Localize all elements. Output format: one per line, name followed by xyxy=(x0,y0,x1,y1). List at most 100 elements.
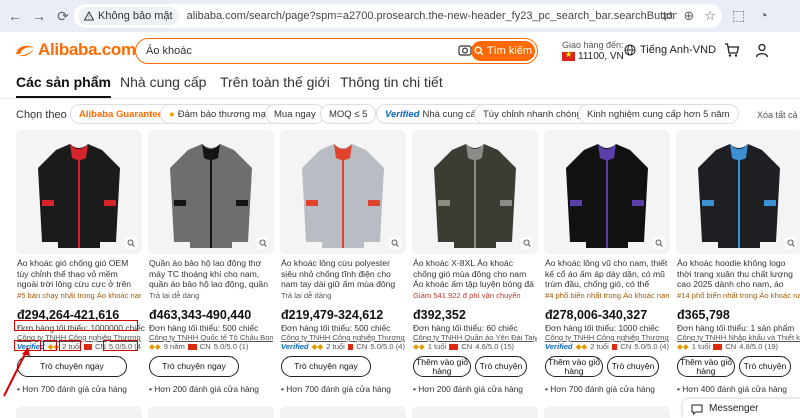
filter-experience[interactable]: Kinh nghiệm cung cấp hơn 5 năm xyxy=(578,104,739,124)
product-rank: Trả lại dễ dàng xyxy=(149,291,200,300)
translate-icon[interactable]: ⇄ xyxy=(663,8,674,24)
product-card[interactable]: Áo khoác hoodie không logo thời trang xu… xyxy=(676,130,800,406)
product-card[interactable]: Quần áo bảo hộ lao động thợ máy TC thoán… xyxy=(148,130,274,406)
language-label: Tiếng Anh-VND xyxy=(640,44,717,56)
product-title[interactable]: Áo khoác X-8XL Áo khoác chống gió mùa đô… xyxy=(413,258,537,290)
diamond-icon: ◆◆ xyxy=(677,342,689,351)
product-title[interactable]: Áo khoác gió chống gió OEM tùy chỉnh thể… xyxy=(17,258,141,290)
tab-products[interactable]: Các sản phẩm xyxy=(16,74,111,98)
site-info-chip[interactable]: ! Không bảo mật xyxy=(78,7,179,25)
clear-all-link[interactable]: Xóa tất cả xyxy=(757,110,798,120)
reload-icon[interactable]: ⟳ xyxy=(54,8,72,25)
chat-button[interactable]: Trò chuyện xyxy=(475,356,527,377)
user-icon[interactable] xyxy=(754,42,770,58)
search-input[interactable]: Áo khoác xyxy=(146,45,446,57)
product-rank: Trả lại dễ dàng xyxy=(281,291,332,300)
result-tabs: Các sản phẩm Nhà cung cấp Trên toàn thế … xyxy=(0,74,800,100)
product-title[interactable]: Áo khoác hoodie không logo thời trang xu… xyxy=(677,258,800,290)
highlight-rating xyxy=(103,340,138,351)
supplier-years: 2 tuổi xyxy=(326,342,345,351)
product-moq: Đơn hàng tối thiểu: 1000 chiếc xyxy=(545,323,659,333)
image-search-icon[interactable] xyxy=(124,236,138,250)
add-to-cart-button[interactable]: Thêm vào giỏ hàng xyxy=(677,356,735,377)
product-card[interactable]: Áo khoác lông vũ cho nam, thiết kế cổ áo… xyxy=(544,130,670,406)
verified-badge: Verified xyxy=(545,342,573,351)
filter-bar: Chọn theo : Alibaba Guaranteed ● Đảm bảo … xyxy=(0,104,800,126)
supplier-rating: 4.8/5.0 (19) xyxy=(739,342,779,351)
product-title[interactable]: Áo khoác lông cừu polyester siêu nhỏ chố… xyxy=(281,258,405,290)
chat-now-button[interactable]: Trò chuyện ngay xyxy=(149,356,239,377)
next-row-thumbnails xyxy=(0,406,800,418)
product-card[interactable]: Áo khoác lông cừu polyester siêu nhỏ chố… xyxy=(280,130,406,406)
china-flag-icon xyxy=(449,343,459,350)
supplier-link[interactable]: Công ty TNHH Công nghiệp Thương H... xyxy=(545,333,669,342)
verified-badge: Verified xyxy=(385,108,420,120)
supplier-link[interactable]: Công ty TNHH Nhập khẩu và Thiết kế K... xyxy=(677,333,800,342)
supplier-years: 9 năm xyxy=(163,342,185,351)
supplier-link[interactable]: Công ty TNHH Quốc tế Tô Châu Bonve xyxy=(149,333,273,342)
thumb-placeholder[interactable] xyxy=(16,406,142,418)
supplier-link[interactable]: Công ty TNHH Quần áo Yên Đài Taiyun xyxy=(413,333,537,342)
supplier-meta: Verified ◆◆ 2 tuổi CN 5.0/5.0 (4) xyxy=(545,342,669,351)
zoom-icon[interactable]: ⊕ xyxy=(683,8,694,24)
back-icon[interactable]: ← xyxy=(6,8,24,24)
tab-worldwide[interactable]: Trên toàn thế giới xyxy=(220,74,330,90)
chat-button[interactable]: Trò chuyện xyxy=(607,356,659,377)
chat-now-button[interactable]: Trò chuyện ngay xyxy=(281,356,371,377)
supplier-link[interactable]: Công ty TNHH Công nghiệp Thương H... xyxy=(281,333,405,342)
china-flag-icon xyxy=(347,343,354,350)
chat-icon xyxy=(691,404,703,415)
image-search-icon[interactable] xyxy=(388,236,402,250)
filter-buy-now[interactable]: Mua ngay xyxy=(265,104,325,124)
image-search-icon[interactable] xyxy=(652,236,666,250)
filter-trade-assurance[interactable]: ● Đảm bảo thương mại xyxy=(160,104,277,124)
product-card[interactable]: Áo khoác X-8XL Áo khoác chống gió mùa đô… xyxy=(412,130,538,406)
chat-button[interactable]: Trò chuyện xyxy=(739,356,791,377)
thumb-placeholder[interactable] xyxy=(280,406,406,418)
supplier-country: CN xyxy=(725,342,737,351)
supplier-rating: 5.0/5.0 (4) xyxy=(370,342,405,351)
search-button-label: Tìm kiếm xyxy=(486,45,533,57)
diamond-icon: ◆◆ xyxy=(149,342,161,351)
product-price: đ392,352 xyxy=(413,308,466,322)
address-bar[interactable]: ! Không bảo mật alibaba.com/search/page?… xyxy=(74,4,722,28)
tabs-divider xyxy=(0,98,800,99)
image-search-icon[interactable] xyxy=(784,236,798,250)
profile-icon[interactable]: ◔ xyxy=(759,7,767,24)
image-search-icon[interactable] xyxy=(520,236,534,250)
image-search-icon[interactable] xyxy=(256,236,270,250)
delivery-location[interactable]: Giao hàng đến: 11100, VN xyxy=(562,40,624,62)
product-title[interactable]: Áo khoác lông vũ cho nam, thiết kế cổ áo… xyxy=(545,258,669,290)
verified-badge: Verified xyxy=(281,342,309,351)
tab-suppliers[interactable]: Nhà cung cấp xyxy=(120,74,206,90)
add-to-cart-button[interactable]: Thêm vào giỏ hàng xyxy=(545,356,603,377)
camera-search-icon[interactable] xyxy=(458,43,472,57)
bookmark-star-icon[interactable]: ☆ xyxy=(704,8,716,24)
supplier-years: 2 tuổi xyxy=(590,342,609,351)
messenger-widget[interactable]: Messenger xyxy=(683,399,800,418)
filter-moq[interactable]: MOQ ≤ 5 xyxy=(320,104,377,124)
tab-insights[interactable]: Thông tin chi tiết xyxy=(340,74,443,90)
supplier-country: CN xyxy=(199,342,211,351)
filter-verified-supplier[interactable]: Verified Nhà cung cấp xyxy=(376,104,491,124)
thumb-placeholder[interactable] xyxy=(148,406,274,418)
product-title[interactable]: Quần áo bảo hộ lao động thợ máy TC thoán… xyxy=(149,258,273,290)
product-rank: #5 bán chạy nhất trong Áo khoác nam xyxy=(17,291,141,300)
cart-icon[interactable] xyxy=(724,42,740,58)
alibaba-logo[interactable]: Alibaba.com xyxy=(14,40,136,60)
filter-fast-customization[interactable]: Tùy chỉnh nhanh chóng xyxy=(474,104,591,124)
logo-text: Alibaba.com xyxy=(38,40,136,59)
thumb-placeholder[interactable] xyxy=(544,406,670,418)
add-to-cart-button[interactable]: Thêm vào giỏ hàng xyxy=(413,356,471,377)
language-selector[interactable]: Tiếng Anh-VND xyxy=(624,44,716,56)
secure-label: Không bảo mật xyxy=(98,10,173,22)
product-image xyxy=(676,130,800,254)
search-bar[interactable]: Áo khoác Tìm kiếm xyxy=(135,38,538,64)
thumb-placeholder[interactable] xyxy=(412,406,538,418)
search-button[interactable]: Tìm kiếm xyxy=(471,41,535,61)
forward-icon[interactable]: → xyxy=(30,8,48,24)
supplier-rating: 5.0/5.0 (4) xyxy=(634,342,669,351)
product-image-frame[interactable] xyxy=(676,130,800,254)
extensions-icon[interactable]: ⬚ xyxy=(732,7,745,24)
product-price: đ219,479-324,612 xyxy=(281,308,384,322)
